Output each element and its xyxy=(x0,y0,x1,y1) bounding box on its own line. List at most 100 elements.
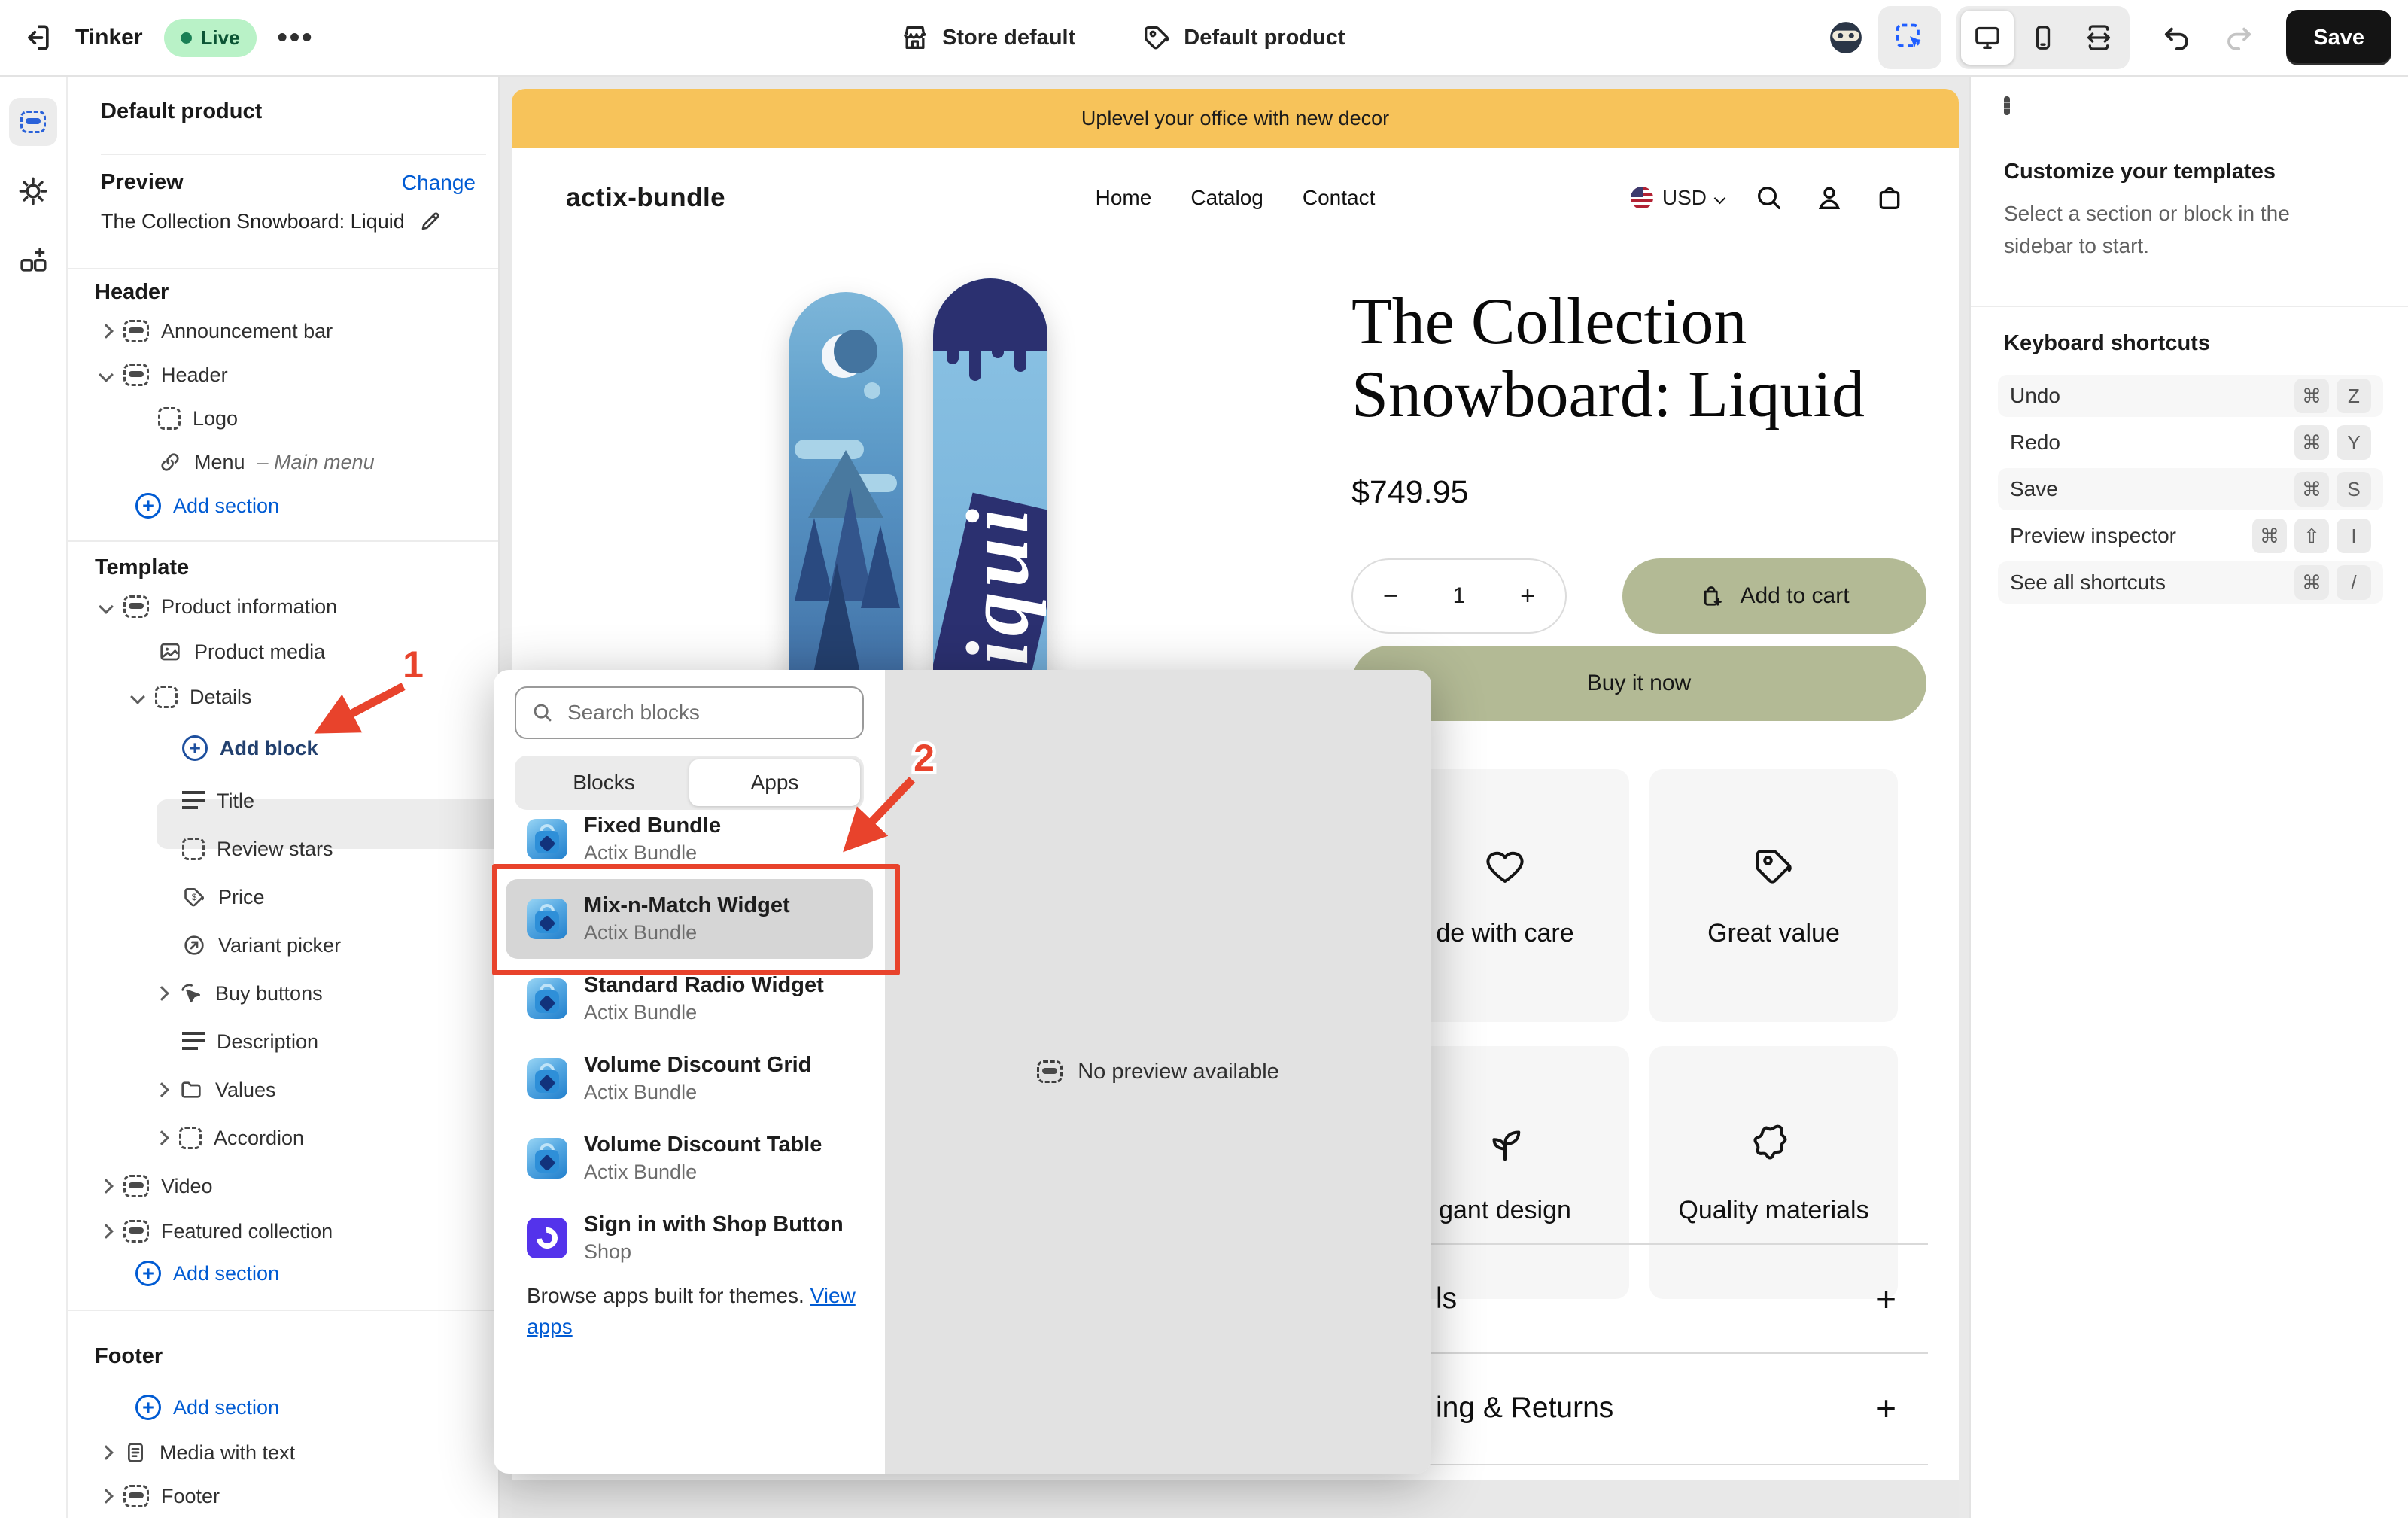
store-default-selector[interactable]: Store default xyxy=(900,23,1075,53)
sections-sidebar: Default product Preview Change The Colle… xyxy=(68,75,500,1518)
sidebar-item-buy-buttons[interactable]: Buy buttons xyxy=(157,972,323,1015)
sidebar-item-accordion[interactable]: Accordion xyxy=(157,1117,304,1159)
chevron-down-icon[interactable] xyxy=(99,599,114,614)
sidebar-item-details[interactable]: Details xyxy=(132,676,252,718)
heart-icon xyxy=(1482,844,1528,889)
search-blocks-input[interactable] xyxy=(566,700,847,726)
exit-icon[interactable] xyxy=(21,21,54,54)
fullwidth-view-button[interactable] xyxy=(2072,11,2125,65)
expand-plus-icon[interactable]: + xyxy=(1876,1388,1896,1428)
chevron-right-icon[interactable] xyxy=(99,1179,114,1194)
chevron-right-icon[interactable] xyxy=(154,1130,169,1145)
preview-persona-icon[interactable] xyxy=(1829,20,1863,55)
chevron-right-icon[interactable] xyxy=(99,1445,114,1460)
sidebar-item-video[interactable]: Video xyxy=(101,1165,213,1207)
sidebar-item-values[interactable]: Values xyxy=(157,1069,276,1111)
chevron-right-icon[interactable] xyxy=(99,324,114,339)
sidebar-item-footer[interactable]: Footer xyxy=(101,1475,220,1517)
app-item-volume-discount-grid[interactable]: Volume Discount GridActix Bundle xyxy=(494,1039,885,1118)
product-title: The Collection Snowboard: Liquid xyxy=(1351,286,1865,432)
sidebar-item-review-stars[interactable]: Review stars xyxy=(182,828,333,870)
store-logo[interactable]: actix-bundle xyxy=(566,183,725,213)
add-block-button[interactable]: + Add block xyxy=(182,727,318,769)
expand-plus-icon[interactable]: + xyxy=(1876,1279,1896,1319)
chevron-down-icon[interactable] xyxy=(99,367,114,382)
sidebar-item-announcement-bar[interactable]: Announcement bar xyxy=(101,310,333,352)
sidebar-item-product-media[interactable]: Product media xyxy=(158,631,325,673)
accordion-row-shipping-returns[interactable]: ing & Returns + xyxy=(1351,1352,1928,1462)
sidebar-item-title[interactable]: Title xyxy=(182,780,254,822)
inspect-mode-button[interactable] xyxy=(1878,6,1941,69)
more-actions-button[interactable]: ••• xyxy=(278,22,315,54)
feature-tile-great-value: Great value xyxy=(1649,769,1898,1022)
settings-sidebar: Customize your templates Select a sectio… xyxy=(1969,75,2408,1518)
rail-apps-tab[interactable] xyxy=(9,235,57,283)
sidebar-item-featured-collection[interactable]: Featured collection xyxy=(101,1210,333,1252)
editor-rail xyxy=(0,75,68,1518)
rail-settings-tab[interactable] xyxy=(9,167,57,215)
buy-it-now-button[interactable]: Buy it now xyxy=(1351,646,1926,721)
key-s: S xyxy=(2337,472,2371,507)
announcement-bar[interactable]: Uplevel your office with new decor xyxy=(512,89,1959,148)
sections-icon xyxy=(20,111,46,133)
search-blocks-field[interactable] xyxy=(515,686,864,739)
block-icon xyxy=(155,686,178,708)
quantity-decrease-button[interactable]: − xyxy=(1383,582,1398,611)
key-cmd: ⌘ xyxy=(2294,472,2329,507)
actix-bundle-app-icon xyxy=(527,978,567,1019)
redo-button[interactable] xyxy=(2208,6,2271,69)
sidebar-item-menu[interactable]: Menu – Main menu xyxy=(158,441,375,483)
plus-circle-icon: + xyxy=(135,1395,161,1420)
account-icon[interactable] xyxy=(1814,183,1844,213)
add-section-footer-button[interactable]: + Add section xyxy=(135,1386,279,1428)
preview-product-name: The Collection Snowboard: Liquid xyxy=(101,210,405,233)
chevron-right-icon[interactable] xyxy=(154,1082,169,1097)
text-lines-icon xyxy=(182,791,205,811)
currency-selector[interactable]: USD xyxy=(1631,186,1724,210)
block-icon xyxy=(158,407,181,430)
desktop-view-button[interactable] xyxy=(1961,11,2014,65)
theme-name: Tinker xyxy=(75,25,143,50)
nav-home[interactable]: Home xyxy=(1096,186,1152,210)
sidebar-item-media-with-text[interactable]: Media with text xyxy=(101,1431,295,1474)
preview-label: Preview xyxy=(101,170,184,195)
nav-catalog[interactable]: Catalog xyxy=(1190,186,1263,210)
app-item-sign-in-with-shop[interactable]: Sign in with Shop ButtonShop xyxy=(494,1198,885,1278)
chevron-right-icon[interactable] xyxy=(99,1224,114,1239)
add-to-cart-button[interactable]: Add to cart xyxy=(1622,558,1926,634)
search-icon[interactable] xyxy=(1754,183,1784,213)
link-icon xyxy=(158,450,182,474)
key-z: Z xyxy=(2337,379,2371,413)
text-lines-icon xyxy=(182,1032,205,1051)
no-preview-text: No preview available xyxy=(1078,1060,1279,1085)
change-preview-link[interactable]: Change xyxy=(402,171,476,195)
sidebar-item-logo[interactable]: Logo xyxy=(158,397,238,440)
sidebar-item-description[interactable]: Description xyxy=(182,1021,318,1063)
key-cmd: ⌘ xyxy=(2252,519,2287,553)
sidebar-item-price[interactable]: $ Price xyxy=(182,876,265,918)
save-button[interactable]: Save xyxy=(2286,10,2391,65)
nav-contact[interactable]: Contact xyxy=(1303,186,1376,210)
mobile-view-button[interactable] xyxy=(2017,11,2069,65)
rail-sections-tab[interactable] xyxy=(9,98,57,146)
chevron-down-icon[interactable] xyxy=(130,689,145,704)
app-item-volume-discount-table[interactable]: Volume Discount TableActix Bundle xyxy=(494,1118,885,1198)
chevron-right-icon[interactable] xyxy=(154,986,169,1001)
edit-pencil-icon[interactable] xyxy=(418,209,442,233)
board-text: liqui xyxy=(947,504,1047,695)
accordion-row-materials[interactable]: ls + xyxy=(1351,1243,1928,1352)
undo-button[interactable] xyxy=(2145,6,2208,69)
add-section-header-button[interactable]: + Add section xyxy=(135,485,279,527)
sidebar-item-product-information[interactable]: Product information xyxy=(101,586,337,628)
quantity-increase-button[interactable]: + xyxy=(1520,582,1535,611)
sidebar-item-variant-picker[interactable]: Variant picker xyxy=(182,924,341,966)
chevron-right-icon[interactable] xyxy=(99,1489,114,1504)
key-cmd: ⌘ xyxy=(2294,565,2329,600)
price-tag-icon: $ xyxy=(182,885,206,909)
sidebar-item-header[interactable]: Header xyxy=(101,354,228,396)
block-icon xyxy=(182,838,205,860)
store-icon xyxy=(900,23,930,53)
add-section-template-button[interactable]: + Add section xyxy=(135,1252,279,1294)
page-selector[interactable]: Default product xyxy=(1142,23,1345,53)
cart-icon[interactable] xyxy=(1874,183,1905,213)
